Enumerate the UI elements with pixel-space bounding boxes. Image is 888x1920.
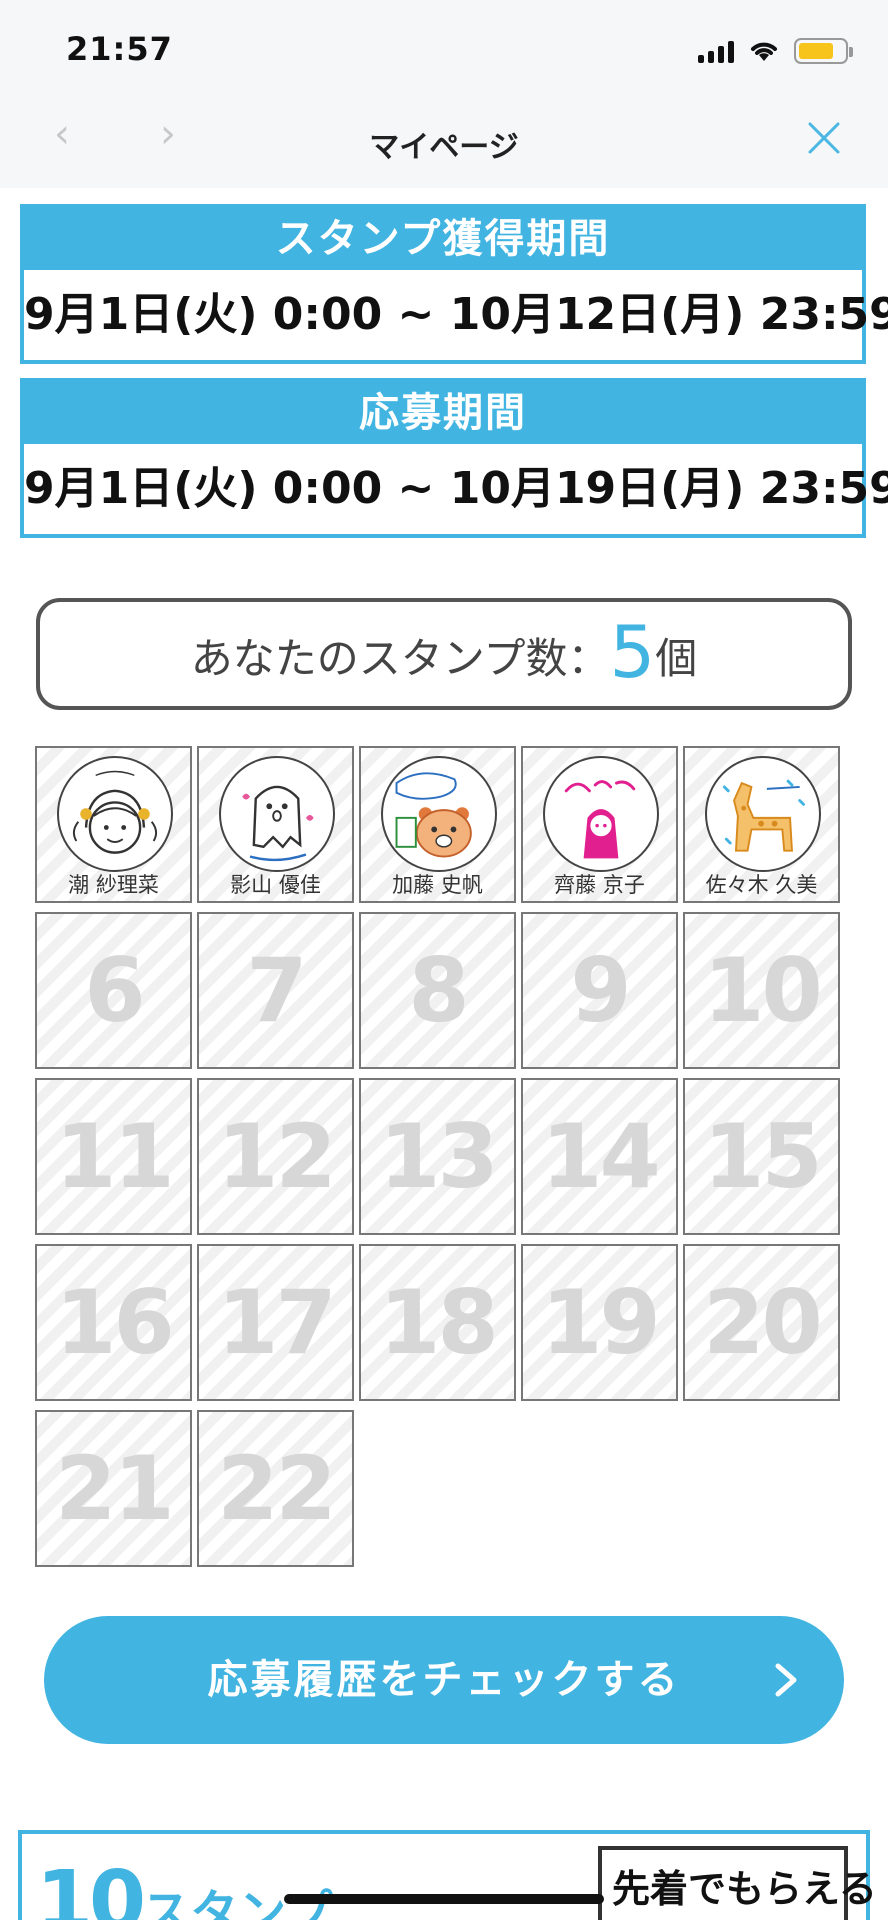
top-bar: 21:57 ‹ › マイページ	[0, 0, 888, 188]
bear-stamp-icon	[381, 756, 497, 872]
empty-stamp-slot: 21	[35, 1410, 192, 1567]
empty-stamp-slot: 7	[197, 912, 354, 1069]
giraffe-stamp-icon	[705, 756, 821, 872]
empty-stamp-slot: 6	[35, 912, 192, 1069]
slot-number: 8	[408, 939, 469, 1042]
wifi-icon	[751, 42, 777, 61]
stamp-slot-4[interactable]: 齊藤 京子	[521, 746, 678, 903]
slot-number: 17	[217, 1271, 336, 1374]
cellular-signal-icon	[698, 39, 734, 63]
empty-stamp-slot: 8	[359, 912, 516, 1069]
page-title: マイページ	[369, 130, 519, 165]
slot-number: 20	[703, 1271, 822, 1374]
slot-number: 15	[703, 1105, 822, 1208]
entry-period-label: 応募期間	[24, 382, 862, 444]
slot-number: 13	[379, 1105, 498, 1208]
banner-title: 10スタンプ	[36, 1854, 333, 1920]
girl-face-stamp-icon	[57, 756, 173, 872]
stamp-count-unit: 個	[655, 634, 698, 683]
stamp-member-name: 影山 優佳	[230, 873, 321, 897]
stamp-member-name: 齊藤 京子	[554, 873, 645, 897]
home-indicator	[284, 1894, 604, 1904]
empty-stamp-slot: 17	[197, 1244, 354, 1401]
empty-stamp-slot: 18	[359, 1244, 516, 1401]
check-entry-history-label: 応募履歴をチェックする	[207, 1657, 681, 1703]
empty-stamp-slot: 16	[35, 1244, 192, 1401]
empty-stamp-slot: 11	[35, 1078, 192, 1235]
ten-stamp-banner[interactable]: 10スタンプ 先着でもらえる	[18, 1830, 877, 1920]
stamp-member-name: 佐々木 久美	[705, 873, 818, 897]
slot-number: 16	[55, 1271, 174, 1374]
first-come-badge: 先着でもらえる	[598, 1846, 877, 1920]
slot-number: 7	[246, 939, 307, 1042]
stamp-slot-1[interactable]: 潮 紗理菜	[35, 746, 192, 903]
empty-stamp-slot: 15	[683, 1078, 840, 1235]
slot-number: 9	[570, 939, 631, 1042]
empty-stamp-slot: 13	[359, 1078, 516, 1235]
entry-period-box: 応募期間 9月1日(火) 0:00 ~ 10月19日(月) 23:59	[20, 378, 888, 538]
slot-number: 12	[217, 1105, 336, 1208]
check-entry-history-button[interactable]: 応募履歴をチェックする	[44, 1616, 844, 1744]
stamp-period-label: スタンプ獲得期間	[24, 208, 862, 270]
empty-stamp-slot: 19	[521, 1244, 678, 1401]
empty-stamp-slot: 22	[197, 1410, 354, 1567]
slot-number: 6	[84, 939, 145, 1042]
chevron-right-icon	[775, 1663, 797, 1697]
slot-number: 21	[55, 1437, 174, 1540]
stamp-count-label: あなたのスタンプ数：	[190, 634, 610, 683]
slot-number: 22	[217, 1437, 336, 1540]
slot-number: 18	[379, 1271, 498, 1374]
empty-stamp-slot: 14	[521, 1078, 678, 1235]
slot-number: 19	[541, 1271, 660, 1374]
stamp-period-range: 9月1日(火) 0:00 ~ 10月12日(月) 23:59	[24, 289, 888, 340]
stamp-slot-2[interactable]: 影山 優佳	[197, 746, 354, 903]
close-icon[interactable]	[804, 118, 844, 158]
stamp-member-name: 潮 紗理菜	[68, 873, 159, 897]
empty-stamp-slot: 9	[521, 912, 678, 1069]
stamp-slot-3[interactable]: 加藤 史帆	[359, 746, 516, 903]
empty-stamp-slot: 12	[197, 1078, 354, 1235]
banner-number: 10	[36, 1854, 146, 1920]
status-time: 21:57	[66, 30, 173, 68]
status-icons	[698, 38, 853, 64]
stamp-count-box: あなたのスタンプ数：5個	[36, 598, 852, 710]
slot-number: 10	[703, 939, 822, 1042]
pink-girl-stamp-icon	[543, 756, 659, 872]
stamp-member-name: 加藤 史帆	[392, 873, 483, 897]
stamp-count-value: 5	[609, 610, 656, 694]
stamp-period-box: スタンプ獲得期間 9月1日(火) 0:00 ~ 10月12日(月) 23:59	[20, 204, 888, 364]
slot-number: 11	[55, 1105, 174, 1208]
ghost-stamp-icon	[219, 756, 335, 872]
stamp-slot-5[interactable]: 佐々木 久美	[683, 746, 840, 903]
empty-stamp-slot: 10	[683, 912, 840, 1069]
battery-icon	[794, 38, 853, 64]
entry-period-range: 9月1日(火) 0:00 ~ 10月19日(月) 23:59	[24, 463, 888, 514]
empty-stamp-slot: 20	[683, 1244, 840, 1401]
slot-number: 14	[541, 1105, 660, 1208]
